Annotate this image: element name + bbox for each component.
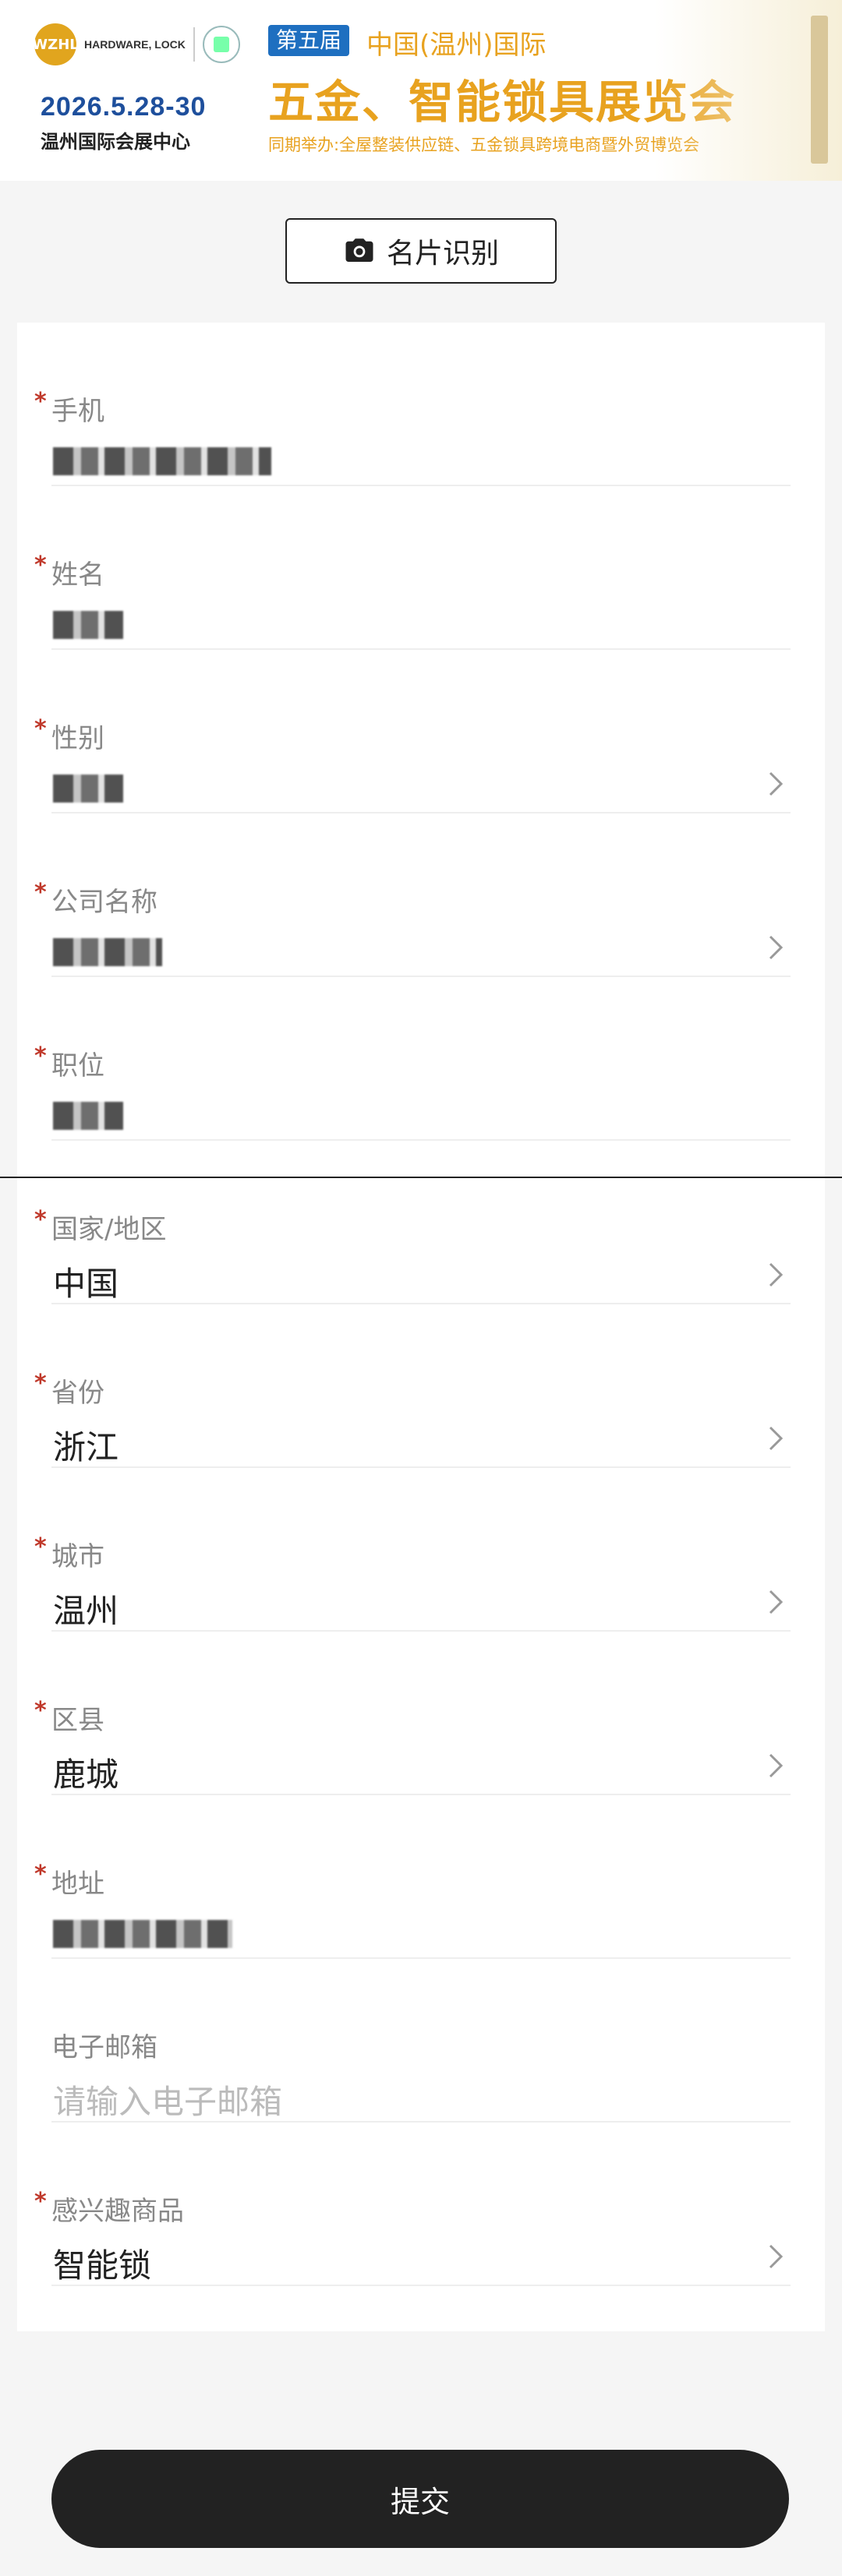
field-input-placeholder[interactable]: 请输入电子邮箱 (53, 2076, 282, 2123)
banner-logo-row: WZHL HARDWARE, LOCK (32, 23, 240, 65)
field-value-redacted[interactable] (53, 1912, 232, 1950)
redacted-text (53, 937, 162, 966)
redacted-text (53, 774, 123, 803)
required-asterisk: * (34, 715, 47, 743)
field-label: 性别 (51, 723, 104, 754)
field-label: 区县 (51, 1705, 104, 1736)
scan-button-label: 名片识别 (386, 238, 499, 270)
wzhl-logo: WZHL (32, 23, 79, 65)
camera-icon (345, 238, 373, 262)
required-asterisk: * (34, 1206, 47, 1233)
field-value-redacted[interactable] (53, 930, 162, 969)
redacted-text (53, 1919, 232, 1948)
banner-decoration-bar (811, 16, 828, 164)
submit-button[interactable]: 提交 (51, 2450, 789, 2548)
form-field[interactable]: * 公司名称 (17, 813, 825, 977)
field-label: 姓名 (51, 559, 104, 591)
event-region: 中国(温州)国际 (366, 30, 547, 61)
form-field[interactable]: * 国家/地区中国 (17, 1141, 825, 1304)
partner-logo (202, 26, 240, 63)
field-value[interactable]: 智能锁 (53, 2239, 151, 2287)
required-asterisk: * (34, 879, 47, 906)
field-label: 国家/地区 (51, 1214, 167, 1245)
required-asterisk: * (34, 1861, 47, 1888)
logo-subtitle: HARDWARE, LOCK (84, 38, 186, 51)
event-date: 2026.5.28-30 (41, 92, 207, 122)
chevron-right-icon (769, 1753, 784, 1778)
field-label: 职位 (51, 1050, 104, 1082)
field-label: 地址 (51, 1868, 104, 1900)
form-field[interactable]: 电子邮箱请输入电子邮箱 (17, 1959, 825, 2123)
redacted-text (53, 610, 123, 639)
form-field[interactable]: * 手机 (17, 323, 825, 486)
form-field[interactable]: * 姓名 (17, 486, 825, 650)
form-field[interactable]: * 职位 (17, 977, 825, 1141)
chevron-right-icon (769, 935, 784, 960)
field-value[interactable]: 浙江 (53, 1421, 119, 1469)
required-asterisk: * (34, 2188, 47, 2215)
field-value[interactable]: 温州 (53, 1585, 119, 1632)
field-value[interactable]: 中国 (53, 1258, 119, 1305)
redacted-text (53, 1101, 123, 1130)
required-asterisk: * (34, 388, 47, 415)
field-value[interactable]: 鹿城 (53, 1749, 119, 1796)
chevron-right-icon (769, 1426, 784, 1451)
field-label: 感兴趣商品 (51, 2196, 184, 2227)
required-asterisk: * (34, 552, 47, 579)
required-asterisk: * (34, 1697, 47, 1724)
field-label: 公司名称 (51, 887, 157, 918)
form-field[interactable]: * 城市温州 (17, 1468, 825, 1632)
form-field[interactable]: * 性别 (17, 650, 825, 813)
required-asterisk: * (34, 1043, 47, 1070)
form-field[interactable]: * 区县鹿城 (17, 1632, 825, 1795)
event-banner: WZHL HARDWARE, LOCK 2026.5.28-30 温州国际会展中… (0, 0, 842, 181)
scan-business-card-button[interactable]: 名片识别 (285, 218, 557, 284)
field-label: 城市 (51, 1541, 104, 1572)
field-value-redacted[interactable] (53, 767, 123, 805)
event-venue: 温州国际会展中心 (41, 131, 190, 153)
form-field[interactable]: * 省份浙江 (17, 1304, 825, 1468)
event-edition-badge: 第五届 (268, 25, 350, 56)
field-value-redacted[interactable] (53, 1094, 123, 1132)
logo-text: WZHL (32, 36, 79, 53)
event-concurrent: 同期举办:全屋整装供应链、五金锁具跨境电商暨外贸博览会 (268, 136, 700, 154)
logo-divider (193, 27, 195, 62)
redacted-text (53, 446, 271, 475)
field-divider (51, 2285, 791, 2286)
field-label: 电子邮箱 (51, 2032, 157, 2063)
required-asterisk: * (34, 1533, 47, 1561)
divider-line (0, 1177, 842, 1178)
chevron-right-icon (769, 2244, 784, 2269)
required-asterisk: * (34, 1370, 47, 1397)
field-value-redacted[interactable] (53, 603, 123, 641)
chevron-right-icon (769, 771, 784, 796)
chevron-right-icon (769, 1590, 784, 1614)
field-label: 省份 (51, 1378, 104, 1409)
form-field[interactable]: * 感兴趣商品智能锁 (17, 2123, 825, 2286)
field-value-redacted[interactable] (53, 439, 271, 478)
chevron-right-icon (769, 1262, 784, 1287)
field-label: 手机 (51, 396, 104, 427)
form-field[interactable]: * 地址 (17, 1795, 825, 1959)
